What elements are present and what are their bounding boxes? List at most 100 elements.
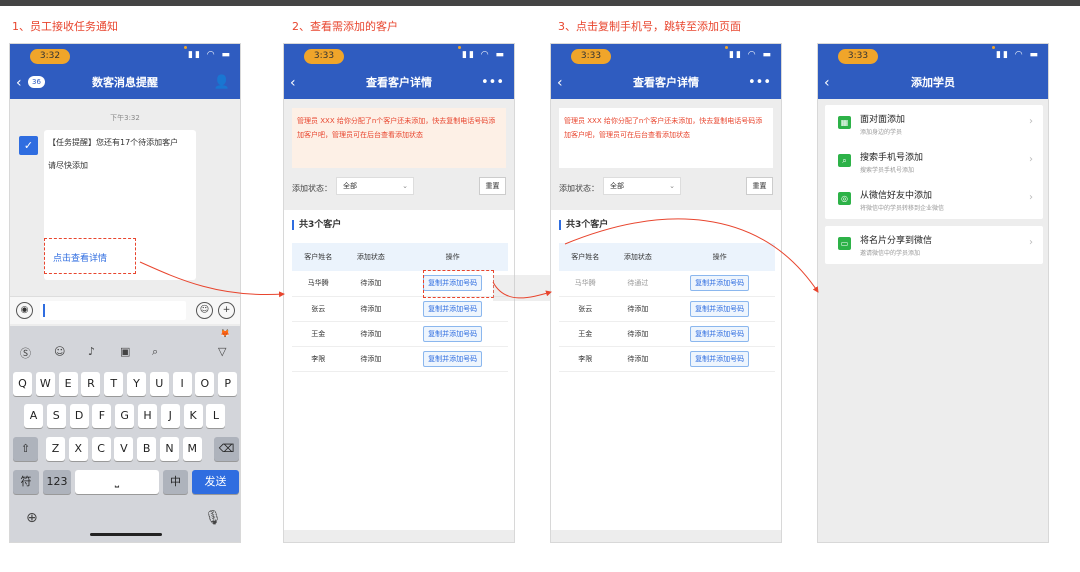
key-k[interactable]: K	[183, 404, 203, 428]
shift-key[interactable]: ⇧	[13, 437, 38, 461]
more-icon[interactable]: •••	[748, 71, 771, 95]
key-u[interactable]: U	[149, 372, 169, 396]
customer-list-card: 共3个客户 客户姓名 添加状态 操作 马华腾 待添加 复制并添加号码 张云 待添加 复制并…	[284, 210, 514, 530]
table-row: 李限 待添加 复制并添加号码	[292, 346, 508, 372]
key-n[interactable]: N	[160, 437, 179, 461]
key-e[interactable]: E	[58, 372, 78, 396]
mic-icon[interactable]: 🎙	[204, 510, 222, 526]
emoji-keyboard-icon[interactable]: ☺	[54, 345, 65, 358]
phone-add-student: 3:33 ▮▮ ◠ ▬ ‹ 添加学员 ▦ 面对面添加 添加身边的学员 › ⌕ 搜…	[817, 43, 1049, 543]
col-header-name: 客户姓名	[292, 243, 345, 271]
key-o[interactable]: O	[195, 372, 215, 396]
key-q[interactable]: Q	[13, 372, 32, 396]
menu-item-share-card[interactable]: ▭ 将名片分享到微信 邀请微信中的学员添加 ›	[825, 226, 1043, 264]
message-line-1: 【任务提醒】您还有17个待添加客户	[48, 138, 179, 147]
key-y[interactable]: Y	[127, 372, 146, 396]
phone-customer-detail: 3:33 ▮▮ ◠ ▬ ‹ 查看客户详情 ••• 管理员 XXX 给你分配了n个…	[283, 43, 515, 543]
cell-action: 复制并添加号码	[664, 271, 775, 297]
status-dot	[992, 46, 995, 49]
key-g[interactable]: G	[115, 404, 135, 428]
menu-item-wechat-friends[interactable]: ◎ 从微信好友中添加 将微信中的学员转移到企业微信 ›	[825, 181, 1043, 219]
key-s[interactable]: S	[46, 404, 66, 428]
emoji-icon[interactable]: ☺	[196, 302, 213, 319]
copy-and-add-button[interactable]: 复制并添加号码	[690, 325, 750, 342]
col-header-status: 添加状态	[344, 243, 398, 271]
key-d[interactable]: D	[69, 404, 89, 428]
backspace-key[interactable]: ⌫	[214, 437, 239, 461]
filter-label: 添加状态：	[292, 184, 332, 193]
copy-and-add-button[interactable]: 复制并添加号码	[690, 300, 750, 317]
cell-name: 张云	[559, 296, 612, 322]
symbol-key[interactable]: 符	[13, 470, 39, 494]
status-dot	[725, 46, 728, 49]
key-r[interactable]: R	[81, 372, 101, 396]
menu-item-face-to-face[interactable]: ▦ 面对面添加 添加身边的学员 ›	[825, 105, 1043, 143]
back-icon[interactable]: ‹	[16, 71, 22, 95]
signal-wifi-battery-icon: ▮▮ ◠ ▬	[462, 50, 506, 60]
copy-and-add-button[interactable]: 复制并添加号码	[423, 300, 483, 317]
view-details-link[interactable]: 点击查看详情	[53, 251, 107, 264]
copy-and-add-button[interactable]: 复制并添加号码	[423, 350, 483, 367]
status-select[interactable]: 全部 ⌄	[603, 177, 681, 195]
key-i[interactable]: I	[172, 372, 192, 396]
list-title: 共3个客户	[292, 220, 341, 230]
copy-highlight-box	[423, 270, 494, 298]
key-j[interactable]: J	[160, 404, 180, 428]
status-select[interactable]: 全部 ⌄	[336, 177, 414, 195]
cell-status: 待通过	[611, 271, 665, 297]
sogou-icon[interactable]: Ⓢ	[20, 345, 31, 361]
search-icon[interactable]: ⌕	[152, 345, 158, 359]
copy-and-add-button[interactable]: 复制并添加号码	[690, 350, 750, 367]
more-icon[interactable]: •••	[481, 71, 504, 95]
globe-icon[interactable]: ⊕	[26, 510, 38, 526]
table-row: 张云 待添加 复制并添加号码	[559, 296, 775, 322]
space-key[interactable]: ⎵	[75, 470, 159, 494]
voice-icon[interactable]: ◉	[16, 302, 33, 319]
key-t[interactable]: T	[104, 372, 124, 396]
col-header-action: 操作	[397, 243, 508, 271]
reset-button[interactable]: 重置	[746, 177, 773, 195]
message-input[interactable]	[40, 301, 186, 320]
cell-action: 复制并添加号码	[664, 321, 775, 347]
copy-and-add-button[interactable]: 复制并添加号码	[423, 325, 483, 342]
key-f[interactable]: F	[92, 404, 112, 428]
language-key[interactable]: 中	[163, 470, 188, 494]
numbers-key[interactable]: 123	[43, 470, 71, 494]
key-c[interactable]: C	[91, 437, 111, 461]
send-key[interactable]: 发送	[192, 470, 239, 494]
message-line-2: 请尽快添加	[48, 161, 88, 170]
key-z[interactable]: Z	[46, 437, 65, 461]
customer-list-card: 共3个客户 客户姓名 添加状态 操作 马华腾 待通过 复制并添加号码 张云 待添加 复制并…	[551, 210, 781, 530]
back-icon[interactable]: ‹	[557, 71, 563, 95]
back-icon[interactable]: ‹	[290, 71, 296, 95]
key-p[interactable]: P	[218, 372, 238, 396]
nav-bar: ‹ 查看客户详情 •••	[551, 71, 781, 99]
key-x[interactable]: X	[68, 437, 88, 461]
mic-small-icon[interactable]: ♪	[88, 345, 95, 358]
clipboard-icon[interactable]: ▣	[120, 345, 130, 358]
cell-action: 复制并添加号码	[664, 346, 775, 372]
back-icon[interactable]: ‹	[824, 71, 830, 95]
nav-title: 查看客户详情	[633, 76, 699, 89]
key-w[interactable]: W	[35, 372, 55, 396]
chevron-down-icon: ⌄	[402, 182, 408, 190]
plus-icon[interactable]: +	[218, 302, 235, 319]
collapse-keyboard-icon[interactable]: ▽	[218, 345, 226, 358]
key-b[interactable]: B	[137, 437, 157, 461]
reset-button[interactable]: 重置	[479, 177, 506, 195]
key-a[interactable]: A	[24, 404, 43, 428]
menu-item-search-phone[interactable]: ⌕ 搜索手机号添加 搜索学员手机号添加 ›	[825, 143, 1043, 181]
chevron-right-icon: ›	[1029, 237, 1033, 248]
home-indicator	[90, 533, 162, 536]
keyboard-mascot-icon: 🦊	[220, 329, 230, 338]
col-header-status: 添加状态	[611, 243, 665, 271]
cell-action: 复制并添加号码	[397, 296, 508, 322]
profile-icon[interactable]: 👤	[214, 71, 230, 95]
keyboard-toolbar: 🦊 Ⓢ ☺ ♪ ▣ ⌕ ▽	[10, 326, 240, 364]
key-l[interactable]: L	[206, 404, 226, 428]
customer-table: 客户姓名 添加状态 操作 马华腾 待通过 复制并添加号码 张云 待添加 复制并添加号码 王金…	[559, 243, 775, 372]
copy-and-add-button[interactable]: 复制并添加号码	[690, 275, 750, 292]
key-m[interactable]: M	[182, 437, 202, 461]
key-h[interactable]: H	[138, 404, 157, 428]
key-v[interactable]: V	[114, 437, 134, 461]
